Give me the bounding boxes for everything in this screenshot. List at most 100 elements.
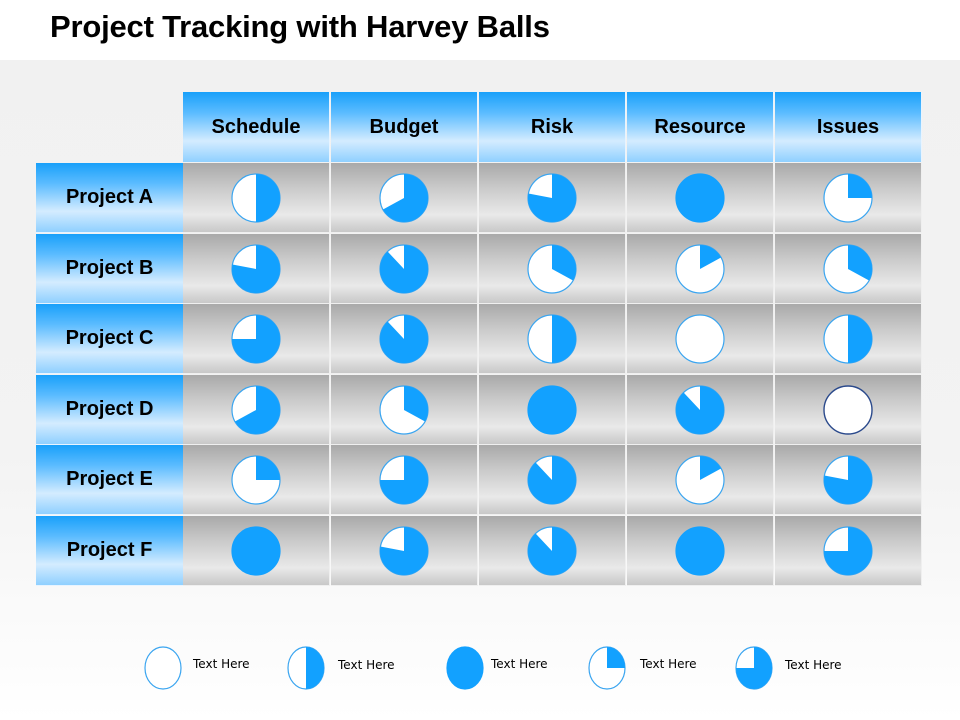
legend-label: Text Here — [491, 657, 548, 671]
column-header-risk: Risk — [479, 92, 626, 162]
harvey-ball-icon — [527, 243, 577, 294]
ball-fill-wedge — [256, 173, 280, 222]
harvey-ball-icon — [823, 454, 873, 505]
table-cell — [331, 163, 478, 233]
harvey-ball-icon — [675, 243, 725, 294]
harvey-ball-icon — [527, 384, 577, 435]
legend-label: Text Here — [338, 658, 395, 672]
table-cell — [479, 304, 626, 374]
harvey-ball-icon — [379, 384, 429, 435]
row-label-project-d: Project D — [36, 375, 183, 445]
harvey-ball-half-icon — [287, 646, 325, 690]
row-label-project-c: Project C — [36, 304, 183, 374]
harvey-ball-icon — [823, 243, 873, 294]
ball-outline — [144, 646, 182, 690]
table-cell — [331, 516, 478, 586]
harvey-ball-icon — [379, 313, 429, 364]
ball-outline — [446, 646, 484, 690]
harvey-ball-icon — [231, 313, 281, 364]
table-cell — [775, 375, 922, 445]
ball-fill-wedge — [380, 314, 428, 363]
harvey-ball-icon — [379, 525, 429, 576]
legend-label: Text Here — [193, 657, 250, 671]
table-cell — [627, 375, 774, 445]
row-label-project-f: Project F — [36, 516, 183, 586]
ball-outline — [527, 384, 577, 435]
table-cell — [331, 304, 478, 374]
table-cell — [627, 445, 774, 515]
harvey-ball-icon — [231, 454, 281, 505]
harvey-ball-icon — [379, 172, 429, 223]
table-cell — [627, 163, 774, 233]
harvey-ball-icon — [675, 384, 725, 435]
harvey-ball-icon — [231, 525, 281, 576]
harvey-ball-empty-icon — [144, 646, 182, 690]
page-title: Project Tracking with Harvey Balls — [50, 9, 550, 44]
ball-fill-wedge — [848, 173, 872, 198]
row-label-project-e: Project E — [36, 445, 183, 515]
ball-fill-wedge — [306, 647, 324, 689]
table-cell — [479, 445, 626, 515]
column-header-schedule: Schedule — [183, 92, 330, 162]
ball-fill-wedge — [256, 455, 280, 480]
ball-fill-wedge — [552, 314, 576, 363]
legend-label: Text Here — [785, 658, 842, 672]
ball-fill-wedge — [607, 647, 625, 668]
ball-fill-wedge — [528, 526, 576, 575]
harvey-ball-icon — [527, 525, 577, 576]
table-cell — [775, 304, 922, 374]
column-header-budget: Budget — [331, 92, 478, 162]
table-cell — [627, 304, 774, 374]
harvey-ball-icon — [823, 384, 873, 435]
table-cell — [331, 234, 478, 304]
row-label-project-b: Project B — [36, 234, 183, 304]
ball-outline — [675, 525, 725, 576]
table-cell — [331, 375, 478, 445]
harvey-ball-icon — [527, 172, 577, 223]
row-label-project-a: Project A — [36, 163, 183, 233]
ball-outline — [675, 313, 725, 364]
title-bar: Project Tracking with Harvey Balls — [0, 0, 960, 60]
ball-fill-wedge — [676, 385, 724, 434]
table-cell — [183, 304, 330, 374]
harvey-ball-icon — [823, 172, 873, 223]
harvey-ball-icon — [231, 243, 281, 294]
table-cell — [775, 445, 922, 515]
table-cell — [183, 234, 330, 304]
harvey-ball-icon — [823, 313, 873, 364]
ball-fill-wedge — [380, 244, 428, 293]
ball-outline — [823, 384, 873, 435]
harvey-ball-three-quarter-icon — [735, 646, 773, 690]
harvey-ball-quarter-icon — [588, 646, 626, 690]
table-cell — [183, 375, 330, 445]
harvey-ball-icon — [675, 454, 725, 505]
harvey-ball-icon — [823, 525, 873, 576]
legend-label: Text Here — [640, 657, 697, 671]
harvey-ball-icon — [379, 454, 429, 505]
ball-outline — [231, 525, 281, 576]
table-cell — [627, 234, 774, 304]
ball-fill-wedge — [528, 455, 576, 504]
harvey-ball-icon — [675, 525, 725, 576]
column-header-resource: Resource — [627, 92, 774, 162]
ball-fill-wedge — [848, 314, 872, 363]
table-cell — [331, 445, 478, 515]
harvey-ball-icon — [231, 172, 281, 223]
harvey-ball-icon — [675, 172, 725, 223]
column-header-issues: Issues — [775, 92, 922, 162]
harvey-ball-icon — [231, 384, 281, 435]
table-cell — [775, 163, 922, 233]
table-cell — [627, 516, 774, 586]
table-cell — [775, 516, 922, 586]
harvey-ball-icon — [675, 313, 725, 364]
ball-outline — [675, 172, 725, 223]
table-cell — [479, 163, 626, 233]
harvey-ball-icon — [527, 313, 577, 364]
table-cell — [183, 163, 330, 233]
table-cell — [183, 445, 330, 515]
harvey-ball-icon — [527, 454, 577, 505]
table-cell — [479, 234, 626, 304]
table-cell — [775, 234, 922, 304]
harvey-ball-icon — [379, 243, 429, 294]
table-cell — [479, 516, 626, 586]
